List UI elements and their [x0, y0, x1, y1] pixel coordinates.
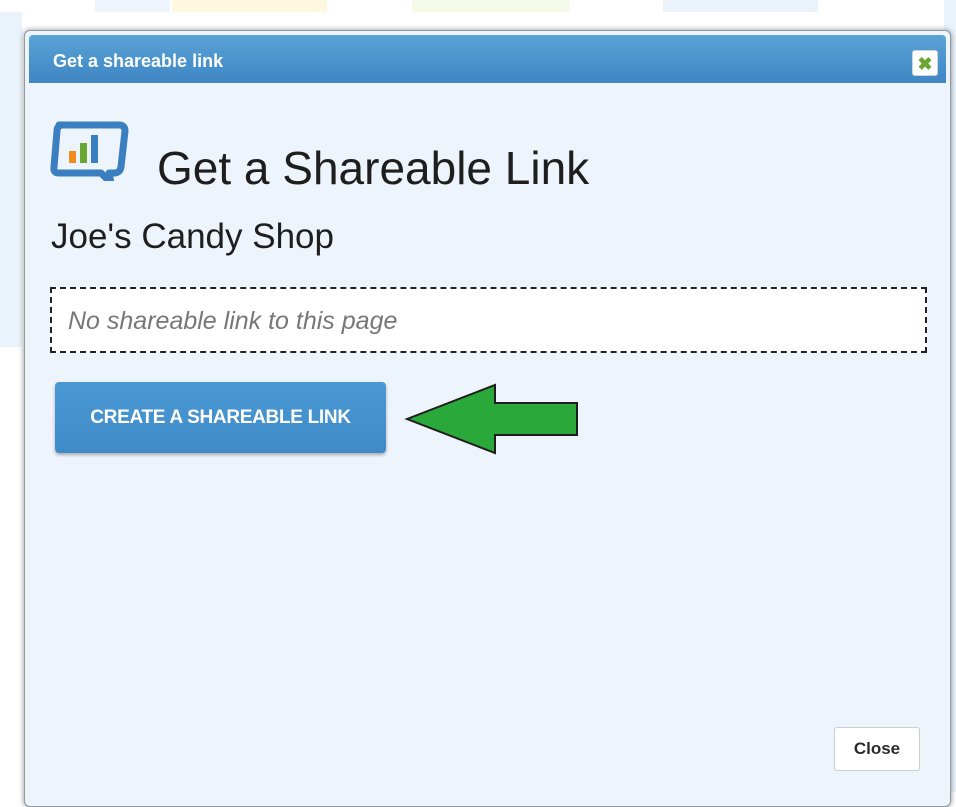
- chart-speech-bubble-icon: [50, 121, 129, 181]
- close-icon[interactable]: ✖: [912, 50, 938, 76]
- dialog-titlebar: Get a shareable link ✖: [29, 35, 946, 83]
- background-panel: [0, 347, 22, 792]
- page-name: Joe's Candy Shop: [51, 217, 334, 256]
- shareable-link-field[interactable]: No shareable link to this page: [50, 287, 927, 353]
- close-button[interactable]: Close: [834, 727, 920, 771]
- dialog-heading: Get a Shareable Link: [157, 142, 590, 194]
- shareable-link-value: No shareable link to this page: [68, 307, 398, 335]
- dialog-title: Get a shareable link: [53, 51, 224, 71]
- background-tab: [95, 0, 170, 12]
- background-tab: [172, 0, 327, 12]
- share-link-dialog: Get a shareable link ✖ Get a Shareable L…: [24, 30, 951, 807]
- background-panel: [0, 12, 22, 347]
- background-tab: [663, 0, 818, 12]
- create-shareable-link-button[interactable]: CREATE A SHAREABLE LINK: [55, 382, 386, 453]
- background-tab: [412, 0, 570, 12]
- green-arrow-left-icon: [404, 383, 578, 455]
